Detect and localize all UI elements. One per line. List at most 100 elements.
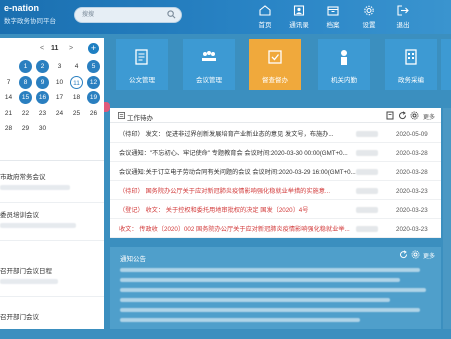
calendar-day (2, 60, 15, 73)
document-icon[interactable] (386, 111, 395, 120)
list-item-title: 召开部门会议日程 (0, 268, 52, 275)
table-row[interactable]: 会议通知："不忘初心、牢记使命" 专题教育会 会议时间:2020-03-30 0… (110, 145, 441, 162)
calendar-day[interactable]: 18 (70, 91, 83, 104)
calendar-day[interactable]: 28 (2, 122, 15, 135)
calendar-day[interactable]: 26 (87, 107, 100, 120)
calendar-week (0, 137, 104, 153)
notice-item[interactable] (120, 318, 360, 322)
nav-contacts[interactable]: 通讯录 (282, 3, 316, 33)
notice-panel: 通知公告 更多 (110, 247, 441, 329)
nav-archive[interactable]: 档案 (316, 3, 350, 33)
calendar-day[interactable]: 9 (36, 75, 49, 89)
tile-document[interactable]: 公文管理 (116, 39, 168, 90)
calendar-week: 12345 (0, 59, 104, 75)
tile-editing[interactable]: 政务采编 (385, 39, 437, 90)
calendar-day[interactable]: 22 (19, 107, 32, 120)
divider (0, 202, 104, 203)
tile-meeting-label: 会议管理 (196, 77, 222, 84)
calendar-day[interactable]: 3 (53, 60, 66, 73)
person-icon (341, 50, 347, 65)
notice-more-link[interactable]: 更多 (423, 251, 435, 260)
row-sender (356, 226, 378, 232)
calendar-day[interactable]: 17 (53, 91, 66, 104)
row-text: 会议通知："不忘初心、牢记使命" 专题教育会 会议时间:2020-03-30 0… (119, 150, 348, 157)
notice-item[interactable] (120, 278, 400, 282)
calendar-day[interactable]: 29 (19, 122, 32, 135)
tile-internal[interactable]: 机关内勤 (318, 39, 370, 90)
work-panel-header: 工作待办 更多 (110, 108, 441, 123)
calendar-day[interactable]: 14 (2, 91, 15, 104)
calendar-next-button[interactable]: > (69, 45, 73, 52)
work-todo-panel: 工作待办 更多 （待印） 发文： 促进非过界创新发展培育产业新业态的意见 发文号… (110, 108, 441, 238)
calendar-day[interactable]: 12 (87, 75, 100, 89)
tile-supervise[interactable]: 督查督办 (249, 39, 301, 90)
table-row[interactable]: 收文： 传政收〔2020〕002 国务院办公厅关于应对新冠肺炎疫情影响强化稳就业… (110, 221, 441, 238)
calendar-day[interactable]: 11 (70, 75, 83, 89)
calendar-prev-button[interactable]: < (40, 45, 44, 52)
list-item[interactable]: 召开部门会议日程 (0, 265, 104, 297)
row-sender (356, 131, 378, 137)
tile-document-label: 公文管理 (129, 77, 155, 84)
list-item[interactable]: 召开部门会议 (0, 311, 104, 321)
row-date: 2020-03-23 (396, 188, 428, 195)
list-item[interactable]: 市政府常务会议 (0, 171, 104, 203)
calendar-day[interactable]: 5 (87, 60, 100, 73)
search-icon[interactable] (167, 10, 176, 19)
calendar-day[interactable]: 4 (70, 60, 83, 73)
calendar-day[interactable]: 30 (36, 122, 49, 135)
calendar-day[interactable]: 19 (87, 91, 100, 104)
calendar-day (87, 138, 100, 151)
tile-editing-label: 政务采编 (398, 77, 424, 84)
nav-settings[interactable]: 设置 (352, 3, 386, 33)
tile-meeting[interactable]: 会议管理 (183, 39, 235, 90)
nav-home[interactable]: 首页 (248, 3, 282, 33)
nav-contacts-label: 通讯录 (289, 22, 309, 29)
calendar-day (70, 122, 83, 135)
notice-item[interactable] (120, 288, 426, 292)
row-date: 2020-03-28 (396, 169, 428, 176)
gear-icon (364, 5, 374, 16)
work-panel-title: 工作待办 (127, 115, 153, 122)
notice-item[interactable] (120, 308, 420, 312)
calendar-day[interactable]: 24 (53, 107, 66, 120)
calendar-day[interactable]: 23 (36, 107, 49, 120)
contacts-icon (293, 5, 305, 16)
nav-logout[interactable]: 退出 (386, 3, 420, 33)
table-row[interactable]: （待印） 国务院办公厅关于应对新冠肺炎疫情影响强化稳就业举措的实施意... 20… (110, 183, 441, 200)
gear-icon[interactable] (411, 250, 420, 259)
work-more-link[interactable]: 更多 (423, 112, 435, 121)
calendar-day[interactable]: 2 (36, 60, 49, 73)
table-row[interactable]: （待印） 发文： 促进非过界创新发展培育产业新业态的意见 发文号，布施办... … (110, 126, 441, 143)
list-item-meta (0, 185, 70, 190)
meeting-icon (202, 51, 216, 61)
calendar-day[interactable]: 7 (2, 76, 15, 89)
refresh-icon[interactable] (398, 111, 407, 120)
search-input[interactable]: 搜搜 (74, 7, 182, 23)
notice-panel-title: 通知公告 (120, 256, 146, 263)
calendar-week: 14 15 16 17 18 19 (0, 90, 104, 106)
calendar-day[interactable]: 21 (2, 107, 15, 120)
archive-icon (327, 6, 339, 16)
notice-item[interactable] (120, 298, 390, 302)
list-item-title: 市政府常务会议 (0, 174, 46, 181)
add-event-button[interactable]: + (88, 43, 99, 54)
gear-icon[interactable] (410, 111, 419, 120)
table-row[interactable]: （登记） 收文： 关于控权和委托用地审批权的决定 国发〔2020〕4号 2020… (110, 202, 441, 219)
calendar-week: 21 22 23 24 25 26 (0, 106, 104, 122)
refresh-icon[interactable] (399, 250, 408, 259)
calendar-day[interactable]: 1 (19, 60, 32, 73)
divider (0, 296, 104, 297)
row-sender (356, 169, 378, 175)
calendar-day[interactable]: 10 (53, 76, 66, 89)
right-scrollbar[interactable] (443, 108, 451, 329)
calendar-day (53, 122, 66, 135)
notice-item[interactable] (120, 268, 420, 272)
list-item[interactable]: 委员培训会议 (0, 209, 104, 241)
tiles-scroll-right[interactable] (441, 39, 451, 90)
calendar-day[interactable]: 15 (19, 91, 32, 104)
calendar-day[interactable]: 8 (19, 75, 32, 89)
table-row[interactable]: 会议通知:关于订立电子劳动合同有关问题的会议 会议时间:2020-03-29 1… (110, 164, 441, 181)
calendar-day[interactable]: 25 (70, 107, 83, 120)
calendar-day[interactable]: 16 (36, 91, 49, 104)
calendar-day (87, 122, 100, 135)
